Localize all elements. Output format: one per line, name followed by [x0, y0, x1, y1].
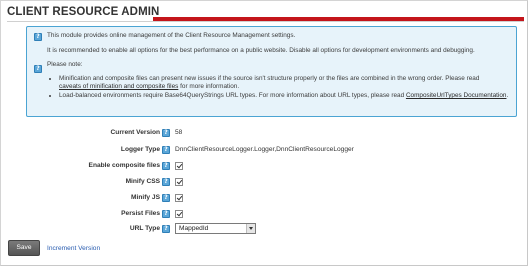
logger-type-value: DnnClientResourceLogger.Logger,DnnClient…: [175, 146, 354, 153]
current-version-value: 58: [175, 129, 183, 136]
persist-files-row: Persist Files ?: [0, 209, 528, 221]
module-title-bar: CLIENT RESOURCE ADMIN: [4, 6, 524, 22]
note-icon: ?: [34, 65, 42, 73]
minify-js-row: Minify JS ?: [0, 193, 528, 205]
url-type-help-icon[interactable]: ?: [162, 225, 170, 233]
enable-composite-row: Enable composite files ?: [0, 161, 528, 173]
note-heading: Please note:: [47, 61, 83, 69]
minify-css-checkbox[interactable]: [175, 178, 183, 186]
module-title: CLIENT RESOURCE ADMIN: [7, 6, 160, 18]
note-item-minification: Minification and composite files can pre…: [59, 75, 508, 92]
enable-composite-help-icon[interactable]: ?: [162, 162, 170, 170]
current-version-row: Current Version ? 58: [0, 128, 528, 140]
url-type-select[interactable]: MappedId: [175, 223, 256, 234]
composite-url-types-link[interactable]: CompositeUrlTypes Documentation: [406, 92, 507, 99]
note-item-load-balanced: Load-balanced environments require Base6…: [59, 92, 508, 101]
minify-js-label: Minify JS: [131, 194, 160, 201]
save-button[interactable]: Save: [8, 240, 40, 256]
enable-composite-label: Enable composite files: [88, 162, 160, 169]
logger-type-help-icon[interactable]: ?: [162, 146, 170, 154]
current-version-help-icon[interactable]: ?: [162, 129, 170, 137]
current-version-label: Current Version: [110, 129, 160, 136]
logger-type-label: Logger Type: [120, 146, 160, 153]
info-icon: ?: [34, 33, 42, 41]
increment-version-link[interactable]: Increment Version: [47, 245, 100, 252]
persist-files-checkbox[interactable]: [175, 210, 183, 218]
minify-js-help-icon[interactable]: ?: [162, 194, 170, 202]
note-list: Minification and composite files can pre…: [47, 75, 508, 101]
minify-css-label: Minify CSS: [125, 178, 160, 185]
url-type-row: URL Type ? MappedId: [0, 223, 528, 236]
persist-files-help-icon[interactable]: ?: [162, 210, 170, 218]
info-text: This module provides online management o…: [47, 32, 508, 101]
chevron-down-icon: [246, 224, 255, 233]
url-type-selected-value: MappedId: [179, 225, 209, 232]
logger-type-row: Logger Type ? DnnClientResourceLogger.Lo…: [0, 145, 528, 157]
title-divider: [7, 21, 524, 22]
enable-composite-checkbox[interactable]: [175, 162, 183, 170]
info-line-2: It is recommended to enable all options …: [47, 46, 475, 54]
caveats-link[interactable]: caveats of minification and composite fi…: [59, 83, 178, 90]
info-line-1: This module provides online management o…: [47, 32, 296, 39]
info-box: ? This module provides online management…: [26, 26, 517, 117]
persist-files-label: Persist Files: [121, 210, 160, 217]
url-type-label: URL Type: [129, 225, 160, 232]
minify-js-checkbox[interactable]: [175, 194, 183, 202]
minify-css-row: Minify CSS ?: [0, 177, 528, 189]
minify-css-help-icon[interactable]: ?: [162, 178, 170, 186]
